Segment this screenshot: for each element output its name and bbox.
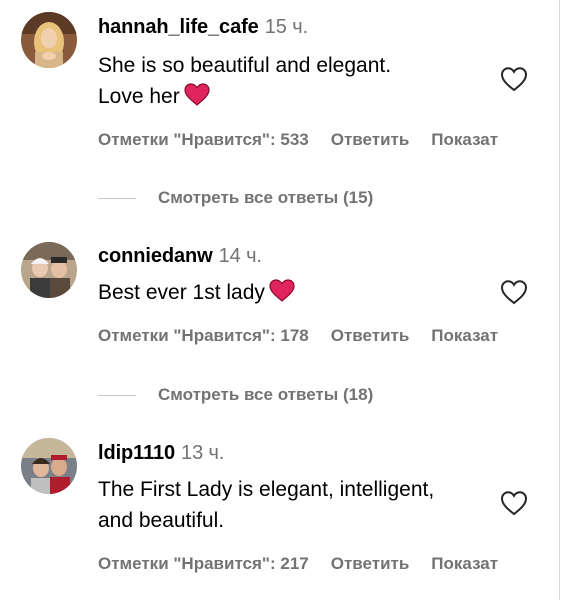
comment-text-line: She is so beautiful and elegant.	[98, 54, 392, 77]
view-replies-button[interactable]: Смотреть все ответы (15)	[98, 188, 373, 208]
show-translation-button[interactable]: Показат	[431, 554, 498, 573]
red-heart-emoji	[269, 279, 295, 311]
comment-text-line: and beautiful.	[98, 509, 225, 532]
comment-text: She is so beautiful and elegant. Love he…	[98, 50, 391, 115]
show-translation-button[interactable]: Показат	[431, 130, 498, 149]
comment-text-line-with-emoji: Best ever 1st lady	[98, 277, 295, 311]
comment-text: Best ever 1st lady	[98, 277, 295, 311]
avatar[interactable]	[21, 438, 77, 494]
view-replies-label: Смотреть все ответы (15)	[158, 188, 374, 207]
timestamp: 14 ч.	[218, 245, 262, 267]
like-heart-icon[interactable]	[500, 490, 528, 516]
like-heart-icon[interactable]	[500, 279, 528, 305]
comment-actions: Отметки "Нравится": 533 Ответить Показат	[98, 130, 556, 150]
comment-actions: Отметки "Нравится": 178 Ответить Показат	[98, 326, 556, 346]
likes-count-link[interactable]: Отметки "Нравится": 178	[98, 326, 309, 345]
reply-button[interactable]: Ответить	[331, 130, 410, 149]
like-heart-icon[interactable]	[500, 66, 528, 92]
view-replies-label: Смотреть все ответы (18)	[158, 385, 374, 404]
right-edge-divider	[559, 0, 560, 600]
reply-button[interactable]: Ответить	[331, 554, 410, 573]
username[interactable]: ldip1110 13 ч.	[98, 442, 224, 465]
username[interactable]: hannah_life_cafe 15 ч.	[98, 16, 308, 39]
comment-text-line: The First Lady is elegant, intelligent,	[98, 478, 435, 501]
timestamp: 15 ч.	[264, 16, 308, 38]
likes-count-link[interactable]: Отметки "Нравится": 533	[98, 130, 309, 149]
replies-divider-line	[98, 197, 136, 199]
comment-text: The First Lady is elegant, intelligent, …	[98, 474, 434, 536]
avatar[interactable]	[21, 12, 77, 68]
red-heart-emoji	[184, 83, 210, 115]
avatar[interactable]	[21, 242, 77, 298]
likes-count-link[interactable]: Отметки "Нравится": 217	[98, 554, 309, 573]
view-replies-button[interactable]: Смотреть все ответы (18)	[98, 385, 373, 405]
replies-divider-line	[98, 394, 136, 396]
show-translation-button[interactable]: Показат	[431, 326, 498, 345]
comment-text-line-with-emoji: Love her	[98, 81, 391, 115]
comment-actions: Отметки "Нравится": 217 Ответить Показат	[98, 554, 556, 574]
reply-button[interactable]: Ответить	[331, 326, 410, 345]
username[interactable]: conniedanw 14 ч.	[98, 245, 262, 268]
timestamp: 13 ч.	[181, 442, 225, 464]
